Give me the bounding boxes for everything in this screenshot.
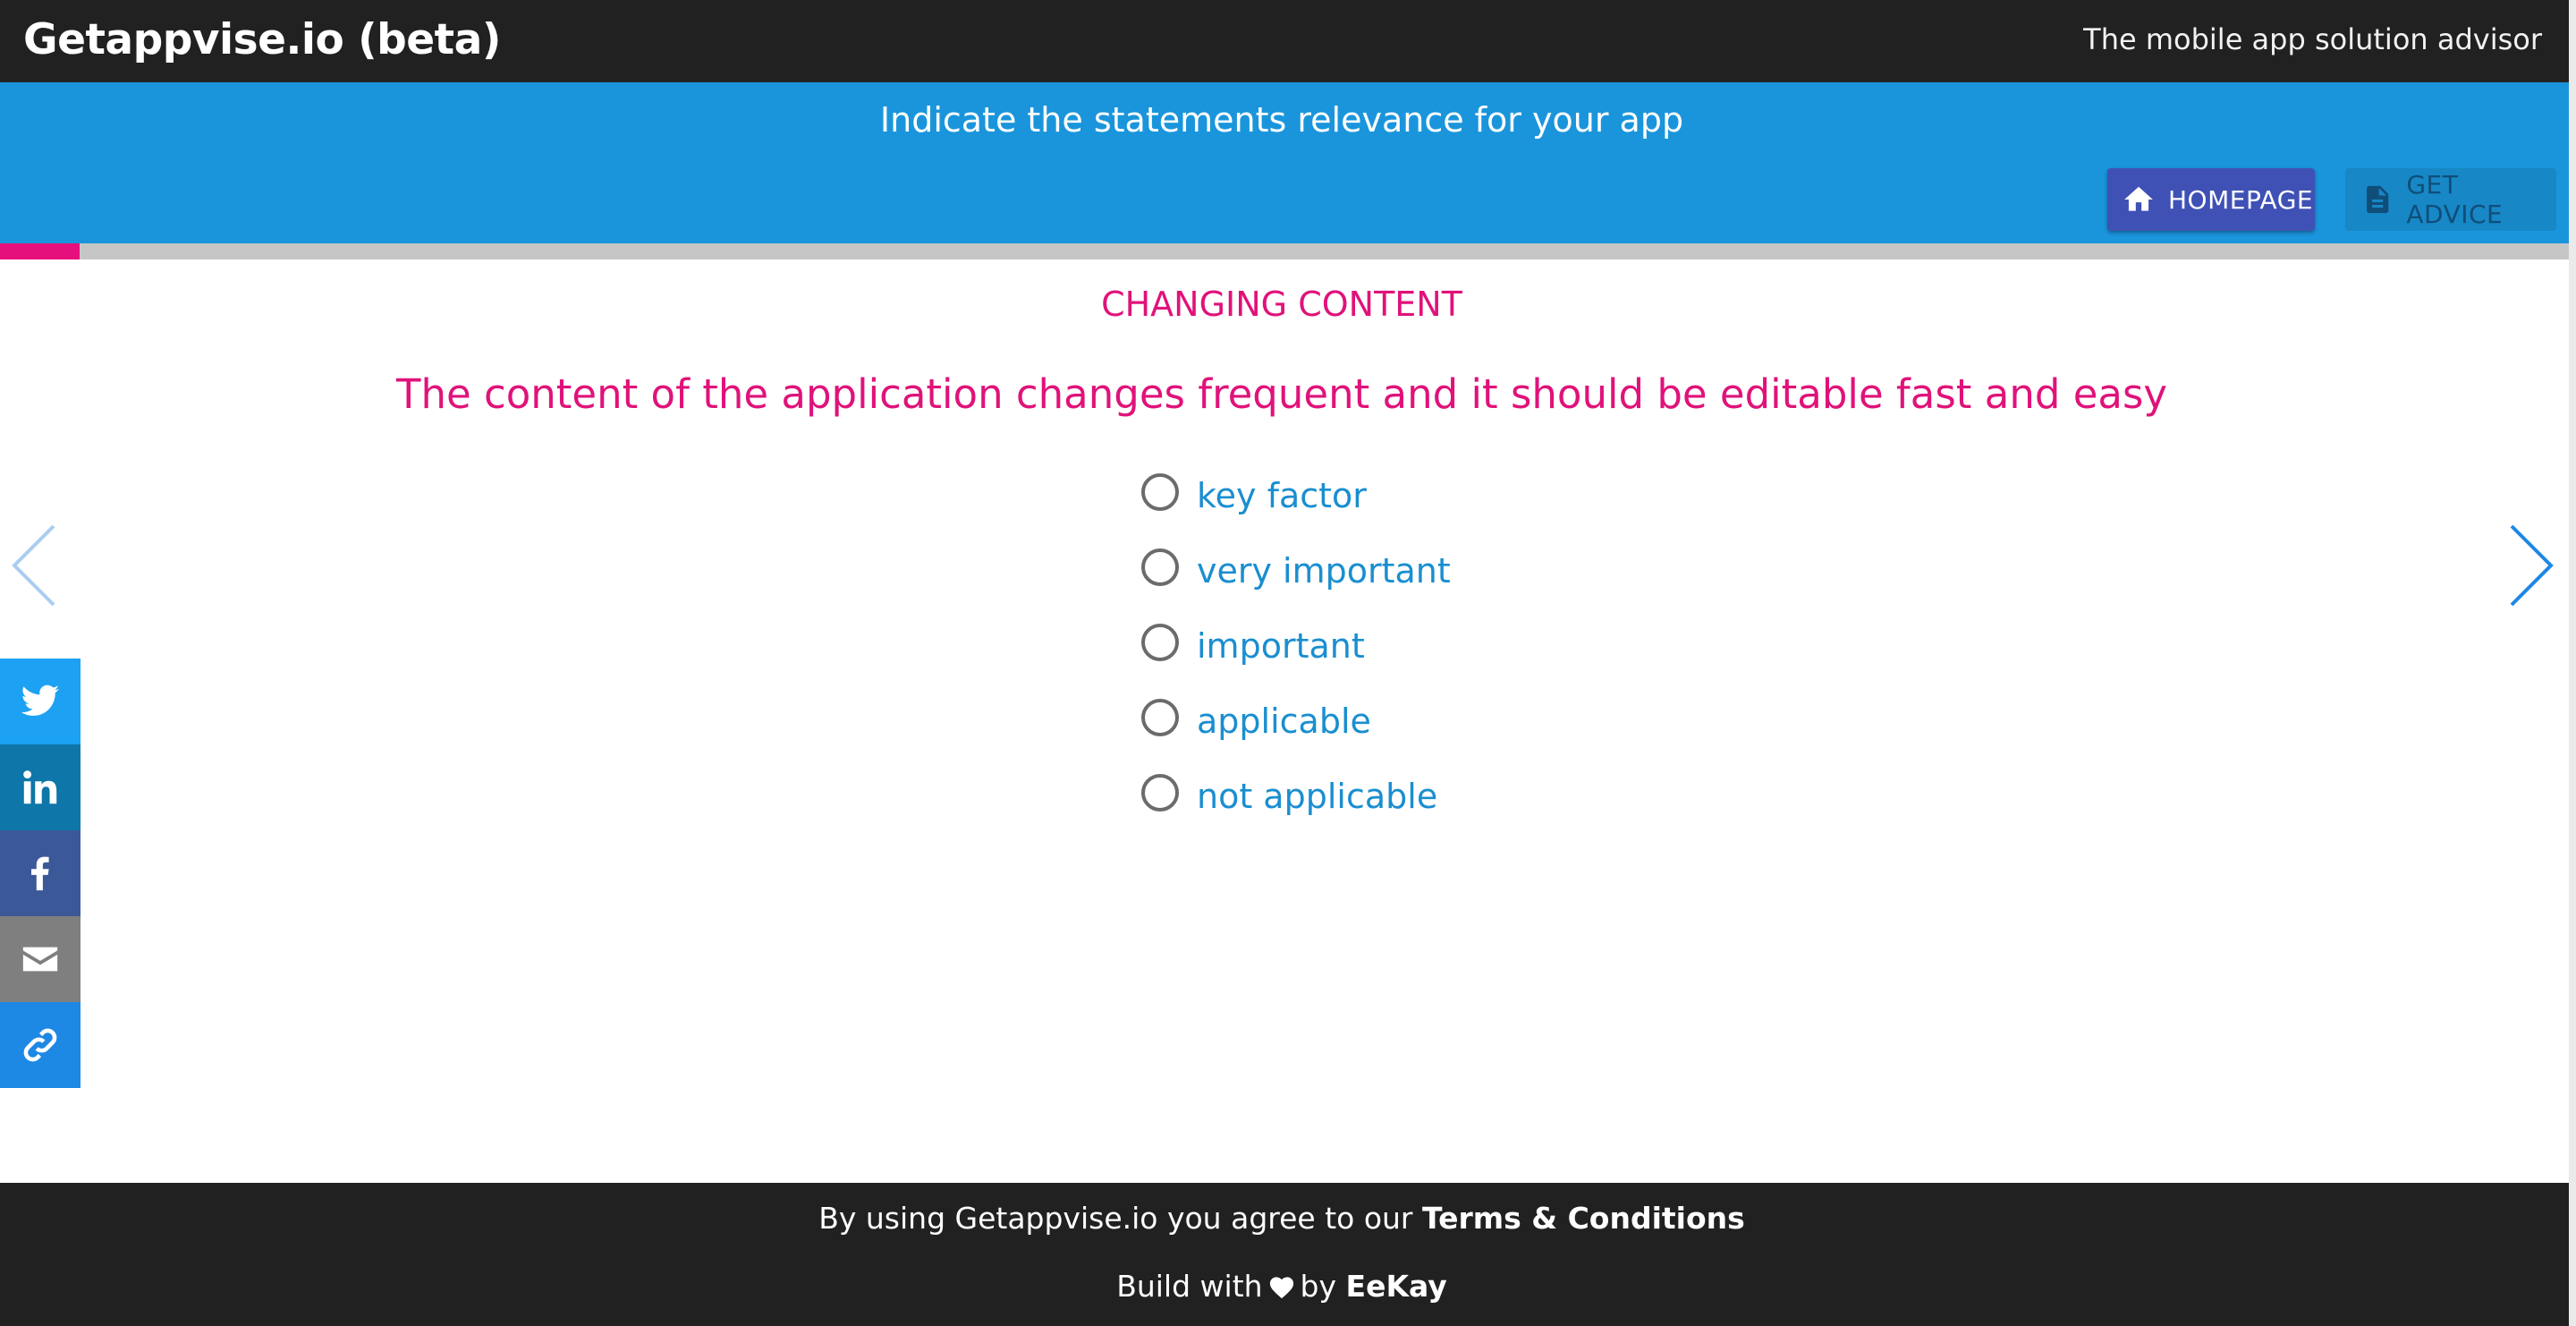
option-not-applicable[interactable]: not applicable bbox=[1141, 759, 1451, 834]
previous-arrow-icon[interactable] bbox=[7, 523, 61, 608]
facebook-share-button[interactable] bbox=[0, 830, 80, 916]
linkedin-share-button[interactable] bbox=[0, 744, 80, 830]
document-icon bbox=[2367, 185, 2389, 214]
terms-link[interactable]: Terms & Conditions bbox=[1422, 1201, 1745, 1236]
window-edge bbox=[2569, 0, 2576, 1326]
next-arrow-icon[interactable] bbox=[2504, 523, 2558, 608]
instruction-banner: Indicate the statements relevance for yo… bbox=[0, 82, 2569, 243]
progress-bar bbox=[0, 243, 2569, 259]
credits-text: Build with bbox=[1116, 1269, 1263, 1304]
radio-button[interactable] bbox=[1141, 774, 1179, 812]
option-label: important bbox=[1197, 626, 1365, 666]
email-icon bbox=[22, 947, 58, 972]
option-key-factor[interactable]: key factor bbox=[1141, 458, 1451, 533]
relevance-options: key factor very important important appl… bbox=[1141, 458, 1451, 834]
question-category: CHANGING CONTENT bbox=[1101, 285, 1462, 324]
radio-button[interactable] bbox=[1141, 473, 1179, 511]
tagline: The mobile app solution advisor bbox=[2083, 22, 2542, 56]
author-link[interactable]: EeKay bbox=[1346, 1269, 1447, 1304]
option-important[interactable]: important bbox=[1141, 608, 1451, 684]
share-bar bbox=[0, 659, 80, 1088]
option-label: not applicable bbox=[1197, 777, 1438, 816]
terms-notice-text: By using Getappvise.io you agree to our bbox=[818, 1201, 1413, 1236]
link-icon bbox=[23, 1028, 57, 1062]
radio-button[interactable] bbox=[1141, 548, 1179, 586]
email-share-button[interactable] bbox=[0, 916, 80, 1002]
twitter-icon bbox=[21, 684, 60, 716]
homepage-button[interactable]: HOMEPAGE bbox=[2107, 168, 2315, 231]
radio-button[interactable] bbox=[1141, 699, 1179, 736]
home-icon bbox=[2124, 186, 2153, 211]
option-label: applicable bbox=[1197, 701, 1371, 741]
facebook-icon bbox=[31, 856, 49, 891]
progress-bar-fill bbox=[0, 243, 80, 259]
option-applicable[interactable]: applicable bbox=[1141, 684, 1451, 759]
get-advice-button-label: GET ADVICE bbox=[2406, 170, 2504, 229]
copy-link-share-button[interactable] bbox=[0, 1002, 80, 1088]
linkedin-icon bbox=[23, 770, 57, 804]
footer: By using Getappvise.io you agree to our … bbox=[0, 1183, 2569, 1326]
question-statement: The content of the application changes f… bbox=[395, 370, 2168, 418]
credits-by: by bbox=[1300, 1269, 1337, 1304]
heart-icon bbox=[1269, 1277, 1293, 1299]
credits: Build with by EeKay bbox=[0, 1269, 2563, 1304]
radio-button[interactable] bbox=[1141, 624, 1179, 661]
option-label: very important bbox=[1197, 551, 1451, 591]
app-title[interactable]: Getappvise.io (beta) bbox=[23, 0, 501, 81]
get-advice-button[interactable]: GET ADVICE bbox=[2345, 168, 2556, 231]
twitter-share-button[interactable] bbox=[0, 659, 80, 744]
homepage-button-label: HOMEPAGE bbox=[2168, 184, 2314, 215]
option-very-important[interactable]: very important bbox=[1141, 533, 1451, 608]
top-bar: Getappvise.io (beta) The mobile app solu… bbox=[0, 0, 2569, 82]
option-label: key factor bbox=[1197, 476, 1367, 515]
terms-notice: By using Getappvise.io you agree to our … bbox=[0, 1201, 2563, 1236]
banner-title: Indicate the statements relevance for yo… bbox=[879, 100, 1684, 140]
